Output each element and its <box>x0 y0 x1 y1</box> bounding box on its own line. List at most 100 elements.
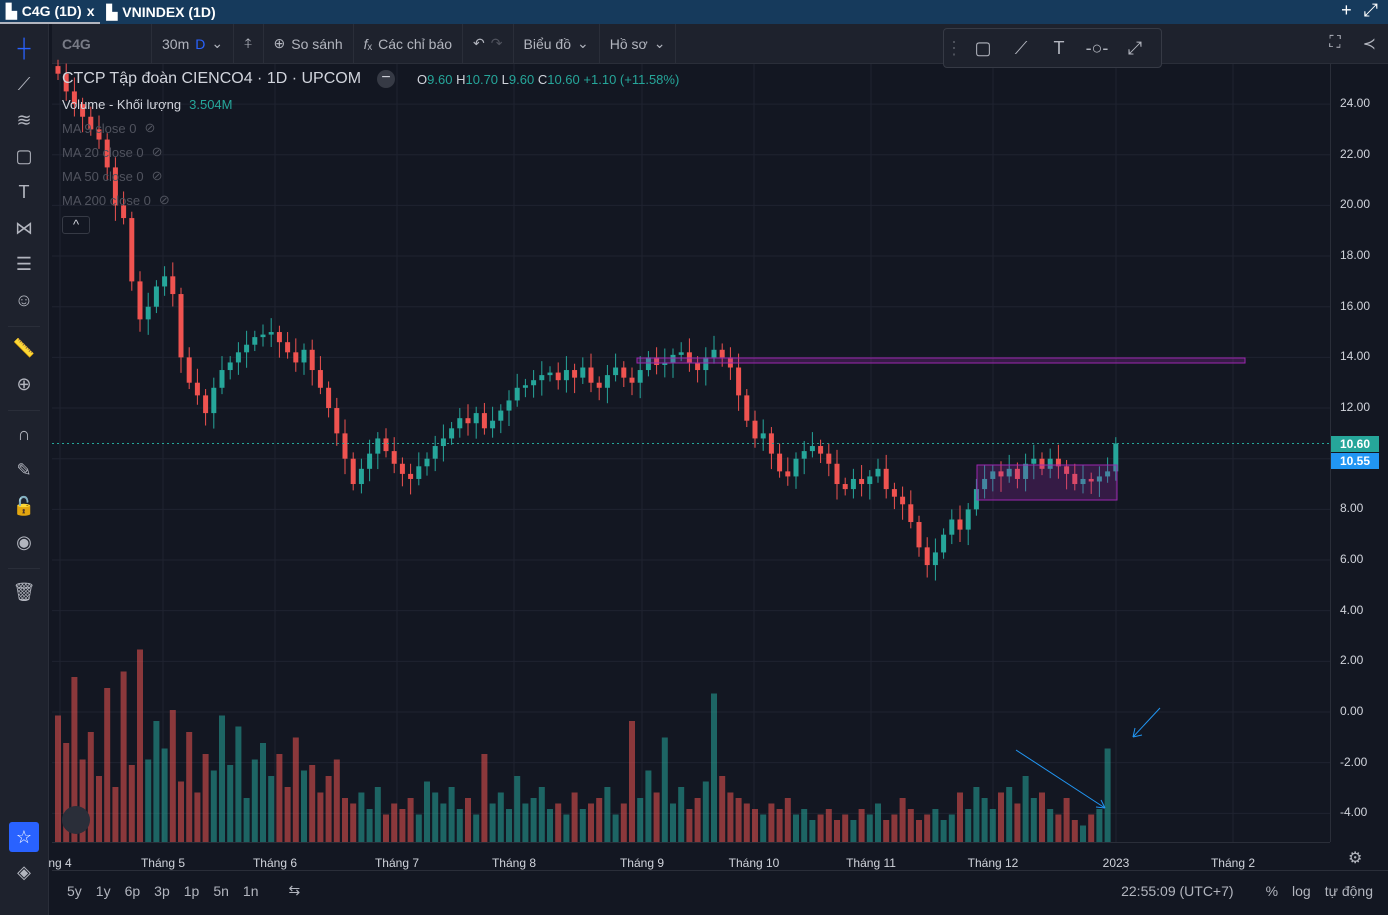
symbol-search[interactable]: C4G <box>52 23 152 64</box>
trash-icon[interactable]: 🗑 <box>12 580 36 604</box>
candle <box>162 276 168 287</box>
candle <box>973 489 979 510</box>
candle <box>408 473 414 479</box>
volume-bar <box>383 814 389 842</box>
expand-icon[interactable]: ⤢ <box>1364 0 1378 21</box>
range-1m[interactable]: 1p <box>177 883 207 899</box>
magnet-icon[interactable]: ∩ <box>12 422 36 446</box>
candle <box>539 375 545 381</box>
fullscreen-icon[interactable]: ⛶ <box>1329 34 1340 54</box>
range-6m[interactable]: 6p <box>118 883 148 899</box>
candle <box>670 354 676 363</box>
layers-icon[interactable]: ◈ <box>12 860 36 884</box>
volume-bar <box>276 754 283 842</box>
candle <box>424 458 430 467</box>
chart-menu[interactable]: Biểu đồ ⌄ <box>514 23 600 64</box>
drag-handle-icon[interactable]: ⋮ <box>944 38 964 59</box>
volume-bar <box>866 814 873 842</box>
volume-bar <box>760 814 767 842</box>
volume-bar <box>965 809 972 842</box>
prediction-icon[interactable]: ☰ <box>12 252 36 276</box>
compare-button[interactable]: ⊕ So sánh <box>264 23 354 64</box>
trendline-icon[interactable]: ⟋ <box>12 72 36 96</box>
undo-icon[interactable]: ↶ <box>473 35 485 52</box>
interval-d[interactable]: D <box>195 36 205 52</box>
consolidation-box <box>976 464 1118 501</box>
candle <box>982 478 988 490</box>
candle <box>55 66 61 74</box>
interval-30m[interactable]: 30m <box>162 36 189 52</box>
settings-icon[interactable]: ⚙ <box>1348 848 1362 868</box>
redo-icon[interactable]: ↷ <box>491 35 503 52</box>
unlock-icon[interactable]: 🔓 <box>12 494 36 518</box>
ruler-icon[interactable]: 📏 <box>12 336 36 360</box>
top-toolbar: C4G 30m D ⌄ ⍏ ⊕ So sánh fₓ Các chỉ báo ↶ ↷ Bi… <box>52 23 1388 64</box>
candle <box>432 446 438 459</box>
volume-bar <box>768 803 775 842</box>
time-axis[interactable] <box>52 842 1330 870</box>
candle-type-icon[interactable]: ⍏ <box>234 23 264 64</box>
range-5y[interactable]: 5y <box>60 883 89 899</box>
share-icon[interactable]: ≺ <box>1363 34 1376 54</box>
candle <box>768 433 774 454</box>
ohlc-values: O9.60 H10.70 L9.60 C10.60 +1.10 (+11.58%… <box>417 71 680 87</box>
chart-legend: CTCP Tập đoàn CIENCO4 · 1D · UPCOM − O9.… <box>62 70 679 234</box>
range-3m[interactable]: 3p <box>147 883 177 899</box>
ray-tool-icon[interactable]: ⤢ <box>1116 38 1154 59</box>
hidden-eye-icon[interactable]: ⊘ <box>159 192 170 208</box>
auto-toggle[interactable]: tự động <box>1318 883 1380 899</box>
zoom-icon[interactable]: ⊕ <box>12 372 36 396</box>
chevron-down-icon[interactable]: ⌄ <box>211 35 223 52</box>
volume-bar <box>653 792 660 842</box>
fib-icon[interactable]: ≋ <box>12 108 36 132</box>
profile-menu[interactable]: Hồ sơ ⌄ <box>600 23 677 64</box>
price-tick: 0.00 <box>1340 704 1364 718</box>
volume-bar <box>424 781 430 842</box>
range-5d[interactable]: 5n <box>206 883 236 899</box>
goto-date-icon[interactable]: ⇆ <box>281 882 307 899</box>
candle <box>883 468 889 490</box>
hidden-eye-icon[interactable]: ⊘ <box>152 168 163 184</box>
volume-bar <box>547 809 553 842</box>
rectangle-icon[interactable]: ▢ <box>12 144 36 168</box>
indicators-button[interactable]: fₓ Các chỉ báo <box>354 23 464 64</box>
candle <box>555 372 561 381</box>
lock-drawing-icon[interactable]: ✎ <box>12 458 36 482</box>
candle <box>711 349 717 358</box>
hidden-eye-icon[interactable]: ⊘ <box>144 120 155 136</box>
candle <box>473 413 479 424</box>
close-tab-icon[interactable]: x <box>87 3 95 19</box>
volume-bar <box>399 809 406 842</box>
add-tab-icon[interactable]: + <box>1341 0 1352 21</box>
tab-vnindex[interactable]: ▙ VNINDEX (1D) <box>100 0 221 24</box>
volume-bar <box>227 765 234 842</box>
range-1d[interactable]: 1n <box>236 883 266 899</box>
star-icon[interactable]: ☆ <box>9 822 39 852</box>
tab-c4g[interactable]: ▙ C4G (1D) x <box>0 0 101 24</box>
hidden-eye-icon[interactable]: ⊘ <box>152 144 163 160</box>
candle <box>391 451 397 464</box>
rectangle-tool-icon[interactable]: ▢ <box>964 38 1002 59</box>
pattern-icon[interactable]: ⋈ <box>12 216 36 240</box>
horizontal-line-icon[interactable]: -○- <box>1078 38 1116 59</box>
candle <box>834 463 840 485</box>
text-tool-icon[interactable]: T <box>1040 38 1078 59</box>
time-tick: Tháng 12 <box>967 856 1019 870</box>
crosshair-icon[interactable]: ┼ <box>12 36 36 60</box>
eye-icon[interactable]: ◉ <box>12 530 36 554</box>
volume-bar <box>333 759 340 842</box>
emoji-icon[interactable]: ☺ <box>12 288 36 312</box>
volume-bar <box>79 759 86 842</box>
price-tick: 22.00 <box>1340 146 1371 161</box>
range-1y[interactable]: 1y <box>89 883 118 899</box>
percent-toggle[interactable]: % <box>1259 883 1285 899</box>
collapse-icon[interactable]: − <box>377 70 396 88</box>
volume-label: Volume - Khối lượng <box>62 96 182 112</box>
collapse-legend-button[interactable]: ^ <box>62 216 90 234</box>
volume-bar <box>112 787 119 842</box>
indicators-label: Các chỉ báo <box>378 35 453 52</box>
text-icon[interactable]: T <box>12 180 36 204</box>
trendline-tool-icon[interactable]: ⟋ <box>1002 38 1040 59</box>
log-toggle[interactable]: log <box>1285 883 1318 899</box>
candle <box>1080 478 1086 485</box>
